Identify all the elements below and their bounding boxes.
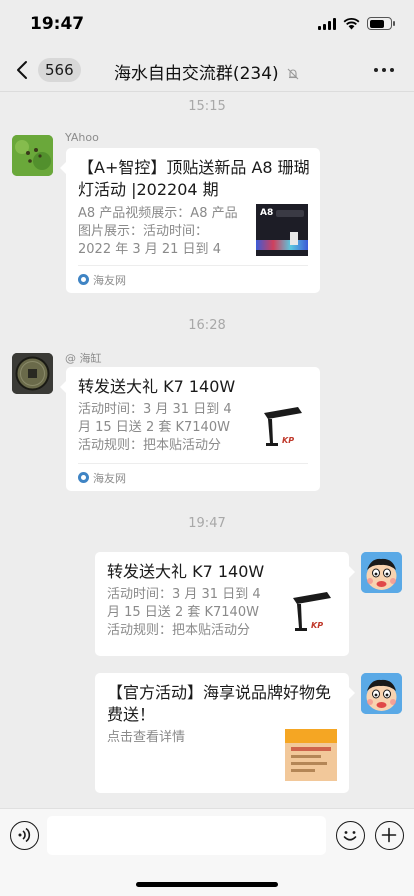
source-name: 海友网 [93, 273, 126, 287]
card-description: 活动时间：3 月 31 日到 4 月 15 日送 2 套 K7140W 活动规则… [78, 402, 232, 453]
card-description: 活动时间：3 月 31 日到 4 月 15 日送 2 套 K7140W 活动规则… [107, 587, 261, 638]
link-card[interactable]: 转发送大礼 K7 140W 活动时间：3 月 31 日到 4 月 15 日送 2… [60, 367, 320, 491]
more-dots-icon [374, 68, 378, 72]
status-icons [318, 17, 395, 30]
avatar[interactable] [12, 135, 53, 176]
link-card[interactable]: 【A+智控】顶贴送新品 A8 珊瑚灯活动 |202204 期 A8 产品视频展示… [60, 148, 320, 293]
chat-title: 海水自由交流群(234) [113, 64, 279, 84]
sender-name: @ 海缸 [65, 352, 102, 365]
lamp-product-image: KP [293, 592, 331, 631]
card-title: 【A+智控】顶贴送新品 A8 珊瑚灯活动 |202204 期 [78, 158, 310, 199]
avatar-cartoon-image [361, 673, 402, 714]
chat-nav-bar: 566 海水自由交流群(234) [0, 48, 414, 92]
bell-off-icon [287, 68, 299, 80]
time-divider: 16:28 [188, 318, 226, 333]
chat-title-wrap: 海水自由交流群(234) [0, 59, 414, 84]
avatar[interactable] [12, 353, 53, 394]
my-avatar[interactable] [361, 552, 402, 593]
plus-icon [381, 827, 397, 843]
card-thumbnail: A8 [256, 204, 308, 256]
svg-text:KP: KP [282, 436, 294, 445]
svg-text:KP: KP [311, 621, 323, 630]
plus-button[interactable] [375, 821, 404, 850]
lamp-product-image: KP [264, 407, 302, 446]
card-thumbnail [285, 729, 337, 781]
voice-icon [18, 827, 31, 843]
site-logo-icon [78, 274, 89, 285]
battery-icon [367, 17, 395, 30]
card-description: 点击查看详情 [107, 730, 186, 745]
thumbnail-label: A8 [260, 208, 274, 218]
card-title: 转发送大礼 K7 140W [107, 562, 265, 581]
card-source: 海友网 [78, 265, 308, 293]
cellular-signal-icon [318, 17, 336, 30]
avatar-green-leaf-image [12, 135, 53, 176]
card-thumbnail: KP [258, 405, 310, 451]
card-thumbnail: KP [287, 590, 339, 636]
source-name: 海友网 [93, 471, 126, 485]
more-options-button[interactable] [374, 68, 394, 72]
avatar-cartoon-image [361, 552, 402, 593]
link-card[interactable]: 【官方活动】海享说品牌好物免费送！ 点击查看详情 [95, 673, 355, 793]
site-logo-icon [78, 472, 89, 483]
my-avatar[interactable] [361, 673, 402, 714]
card-title: 转发送大礼 K7 140W [78, 377, 236, 396]
voice-button[interactable] [10, 821, 39, 850]
card-description: A8 产品视频展示：A8 产品图片展示：活动时间：2022 年 3 月 21 日… [78, 206, 238, 257]
card-source: 海友网 [78, 463, 308, 491]
emoji-button[interactable] [336, 821, 365, 850]
card-title: 【官方活动】海享说品牌好物免费送！ [107, 683, 332, 724]
wifi-icon [343, 17, 360, 30]
link-card[interactable]: 转发送大礼 K7 140W 活动时间：3 月 31 日到 4 月 15 日送 2… [95, 552, 355, 656]
status-bar: 19:47 [0, 0, 414, 48]
status-time: 19:47 [30, 14, 85, 34]
emoji-icon [343, 831, 357, 841]
time-divider: 19:47 [188, 516, 226, 531]
sender-name: YAhoo [65, 131, 99, 144]
time-divider: 15:15 [188, 99, 226, 114]
home-indicator [136, 882, 278, 887]
message-input[interactable] [47, 816, 326, 855]
avatar-coin-image [12, 353, 53, 394]
